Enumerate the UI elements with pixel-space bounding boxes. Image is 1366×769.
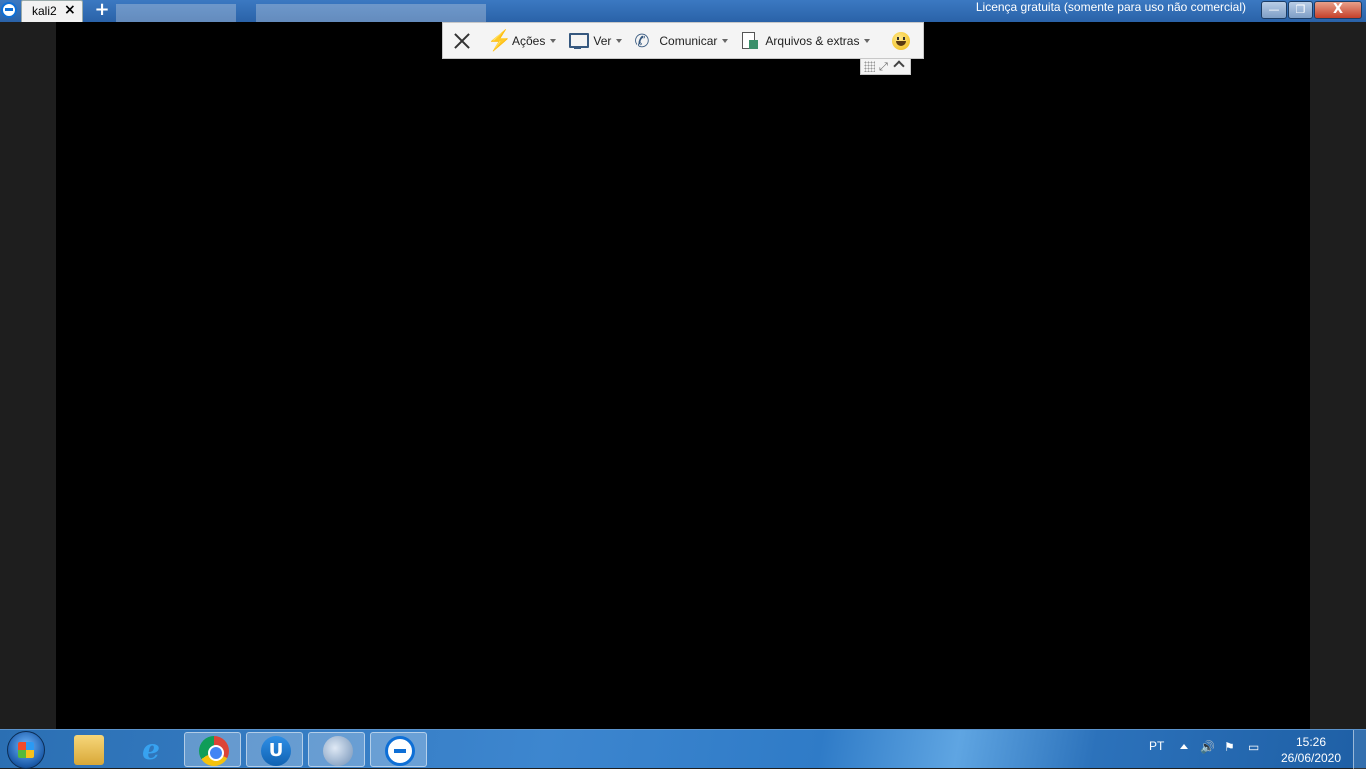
menu-comunicar[interactable]: ✆ Comunicar <box>634 30 729 51</box>
minimize-button[interactable]: — <box>1261 1 1287 19</box>
remote-screen[interactable] <box>56 22 1310 729</box>
show-hidden-icons-icon[interactable] <box>1180 744 1188 749</box>
license-text: Licença gratuita (somente para uso não c… <box>975 0 1246 14</box>
tab-close-icon[interactable]: × <box>64 2 76 18</box>
taskbar: e U PT 🔊 ⚑ ▭ 15:26 26/06/2020 <box>0 729 1366 769</box>
taskbar-explorer[interactable] <box>60 732 117 767</box>
taskbar-ie[interactable]: e <box>122 732 179 767</box>
maximize-button[interactable]: ❐ <box>1288 1 1313 19</box>
files-icon <box>740 31 760 51</box>
menu-ver-label: Ver <box>593 33 612 48</box>
chrome-icon <box>199 736 229 766</box>
clock-time: 15:26 <box>1295 735 1327 749</box>
chevron-down-icon <box>864 38 871 43</box>
menu-comunicar-label: Comunicar <box>659 33 718 48</box>
close-session-icon[interactable] <box>449 28 475 54</box>
chevron-down-icon <box>616 38 623 43</box>
language-indicator[interactable]: PT <box>1149 739 1164 753</box>
grip-icon[interactable] <box>864 61 875 72</box>
title-bar: kali2 × + Licença gratuita (somente para… <box>0 0 1366 22</box>
collapse-toolbar-icon[interactable] <box>893 60 905 72</box>
tab-kali2[interactable]: kali2 × <box>21 0 83 22</box>
taskbar-ultrasurf[interactable]: U <box>246 732 303 767</box>
new-tab-button[interactable]: + <box>92 0 112 20</box>
menu-acoes[interactable]: ⚡ Ações <box>487 29 557 52</box>
internet-explorer-icon: e <box>142 733 160 766</box>
smiley-icon[interactable] <box>892 31 911 50</box>
tab-label: kali2 <box>32 4 57 18</box>
chevron-down-icon <box>550 38 557 43</box>
monitor-icon <box>568 31 590 51</box>
menu-arquivos[interactable]: Arquivos & extras <box>740 31 871 51</box>
globe-app-icon <box>323 736 353 766</box>
teamviewer-icon <box>385 736 415 766</box>
clock[interactable]: 15:26 26/06/2020 <box>1278 734 1344 766</box>
start-button[interactable] <box>7 731 45 769</box>
remote-toolbar: ⚡ Ações Ver ✆ Comunicar Arquivos & extra… <box>442 22 924 59</box>
background-tabs <box>116 4 516 22</box>
toolbar-handle: ⤢ <box>860 59 911 75</box>
menu-ver[interactable]: Ver <box>568 31 623 51</box>
taskbar-globe-app[interactable] <box>308 732 365 767</box>
chevron-down-icon <box>722 38 729 43</box>
windows-explorer-icon <box>74 735 104 765</box>
volume-icon[interactable]: 🔊 <box>1200 740 1215 754</box>
show-desktop-button[interactable] <box>1353 730 1366 769</box>
phone-chat-icon: ✆ <box>634 30 650 51</box>
ultrasurf-icon: U <box>261 736 291 766</box>
taskbar-teamviewer[interactable] <box>370 732 427 767</box>
network-icon[interactable]: ▭ <box>1248 740 1262 754</box>
flag-icon[interactable]: ⚑ <box>1224 740 1238 754</box>
taskbar-chrome[interactable] <box>184 732 241 767</box>
clock-date: 26/06/2020 <box>1280 751 1342 765</box>
teamviewer-logo-icon <box>1 2 17 18</box>
close-window-button[interactable]: X <box>1314 1 1362 19</box>
fullscreen-icon[interactable]: ⤢ <box>879 60 888 74</box>
menu-arquivos-label: Arquivos & extras <box>765 33 860 48</box>
menu-acoes-label: Ações <box>512 33 546 48</box>
lightning-icon: ⚡ <box>487 29 512 52</box>
